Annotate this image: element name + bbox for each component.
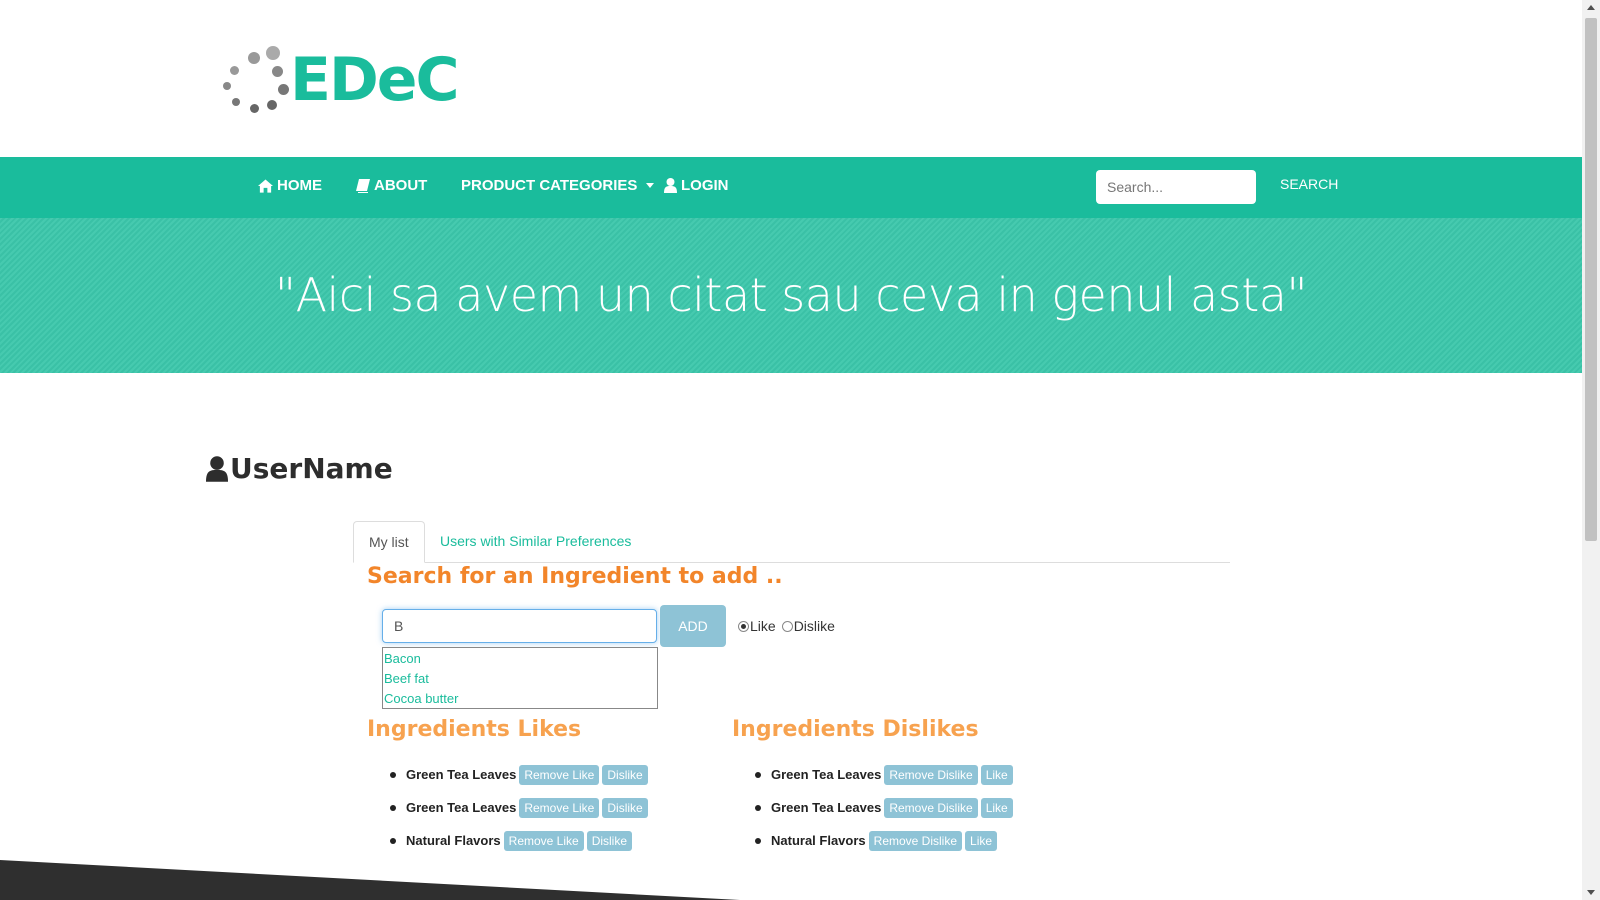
nav-login-label: LOGIN xyxy=(681,177,729,194)
ingredient-name: Green Tea Leaves xyxy=(406,800,517,815)
profile-username: UserName xyxy=(206,452,393,485)
nav-login[interactable]: LOGIN xyxy=(664,177,729,194)
suggestion-item[interactable]: Cocoa butter xyxy=(383,689,657,709)
quote-banner: "Aici sa avem un citat sau ceva in genul… xyxy=(0,218,1582,373)
logo[interactable]: EDeC xyxy=(222,40,460,120)
dislike-button[interactable]: Dislike xyxy=(602,764,648,785)
nav-categories-label: PRODUCT CATEGORIES xyxy=(461,177,638,194)
dislikes-title: Ingredients Dislikes xyxy=(732,717,979,742)
profile-tabs: My list Users with Similar Preferences xyxy=(353,521,1230,563)
dislike-button[interactable]: Dislike xyxy=(602,797,648,818)
user-icon xyxy=(664,178,677,193)
remove-like-button[interactable]: Remove Like xyxy=(519,764,600,785)
remove-dislike-button[interactable]: Remove Dislike xyxy=(884,797,978,818)
ingredient-search-input[interactable] xyxy=(382,609,657,643)
suggestion-item[interactable]: Bacon xyxy=(383,649,657,669)
logo-dots-icon xyxy=(222,44,292,116)
likes-title: Ingredients Likes xyxy=(367,717,582,742)
remove-dislike-button[interactable]: Remove Dislike xyxy=(884,764,978,785)
list-item: Green Tea Leaves Remove Like Dislike xyxy=(390,791,651,824)
radio-like[interactable] xyxy=(738,620,749,632)
ingredient-suggestions: Bacon Beef fat Cocoa butter xyxy=(382,647,658,709)
site-header: EDeC xyxy=(0,0,1582,157)
tab-my-list[interactable]: My list xyxy=(353,521,425,563)
list-item: Green Tea Leaves Remove Dislike Like xyxy=(755,791,1016,824)
nav-product-categories[interactable]: PRODUCT CATEGORIES xyxy=(461,177,655,194)
scroll-thumb[interactable] xyxy=(1585,18,1597,541)
radio-like-label: Like xyxy=(750,618,776,634)
caret-down-icon xyxy=(646,183,655,188)
list-item: Green Tea Leaves Remove Dislike Like xyxy=(755,758,1016,791)
page-scrollbar[interactable] xyxy=(1582,0,1600,900)
home-icon xyxy=(258,178,273,193)
preference-radio-group: Like Dislike xyxy=(738,618,835,634)
dislike-button[interactable]: Dislike xyxy=(586,830,633,851)
nav-about[interactable]: ABOUT xyxy=(356,177,427,194)
like-button[interactable]: Like xyxy=(980,764,1013,785)
search-button[interactable]: SEARCH xyxy=(1280,176,1338,192)
user-icon xyxy=(206,455,228,482)
ingredient-name: Green Tea Leaves xyxy=(771,767,882,782)
radio-dislike-label: Dislike xyxy=(793,618,835,634)
remove-dislike-button[interactable]: Remove Dislike xyxy=(868,830,963,851)
remove-like-button[interactable]: Remove Like xyxy=(503,830,584,851)
nav-home-label: HOME xyxy=(277,177,322,194)
radio-dislike[interactable] xyxy=(781,620,793,632)
footer-wedge xyxy=(0,860,740,900)
like-button[interactable]: Like xyxy=(965,830,998,851)
like-button[interactable]: Like xyxy=(980,797,1013,818)
scroll-up-icon[interactable] xyxy=(1587,5,1595,10)
book-icon xyxy=(356,178,370,193)
list-item: Natural Flavors Remove Dislike Like xyxy=(755,824,1016,857)
dislikes-list: Green Tea Leaves Remove Dislike Like Gre… xyxy=(755,758,1016,857)
logo-text: EDeC xyxy=(290,45,460,115)
likes-list: Green Tea Leaves Remove Like Dislike Gre… xyxy=(390,758,651,857)
list-item: Green Tea Leaves Remove Like Dislike xyxy=(390,758,651,791)
nav-about-label: ABOUT xyxy=(374,177,428,194)
ingredient-name: Green Tea Leaves xyxy=(771,800,882,815)
nav-home[interactable]: HOME xyxy=(258,177,322,194)
search-input[interactable] xyxy=(1096,170,1256,204)
suggestion-item[interactable]: Beef fat xyxy=(383,669,657,689)
banner-quote: "Aici sa avem un citat sau ceva in genul… xyxy=(274,268,1308,322)
ingredient-search-title: Search for an Ingredient to add .. xyxy=(367,564,783,589)
scroll-down-icon[interactable] xyxy=(1587,890,1595,895)
tab-similar-users[interactable]: Users with Similar Preferences xyxy=(425,521,646,563)
add-ingredient-button[interactable]: ADD xyxy=(660,605,726,647)
ingredient-name: Natural Flavors xyxy=(771,833,866,848)
ingredient-name: Natural Flavors xyxy=(406,833,501,848)
list-item: Natural Flavors Remove Like Dislike xyxy=(390,824,651,857)
username-text: UserName xyxy=(230,452,393,485)
remove-like-button[interactable]: Remove Like xyxy=(519,797,600,818)
ingredient-name: Green Tea Leaves xyxy=(406,767,517,782)
navbar: HOME ABOUT PRODUCT CATEGORIES LOGIN SEAR… xyxy=(0,157,1582,218)
